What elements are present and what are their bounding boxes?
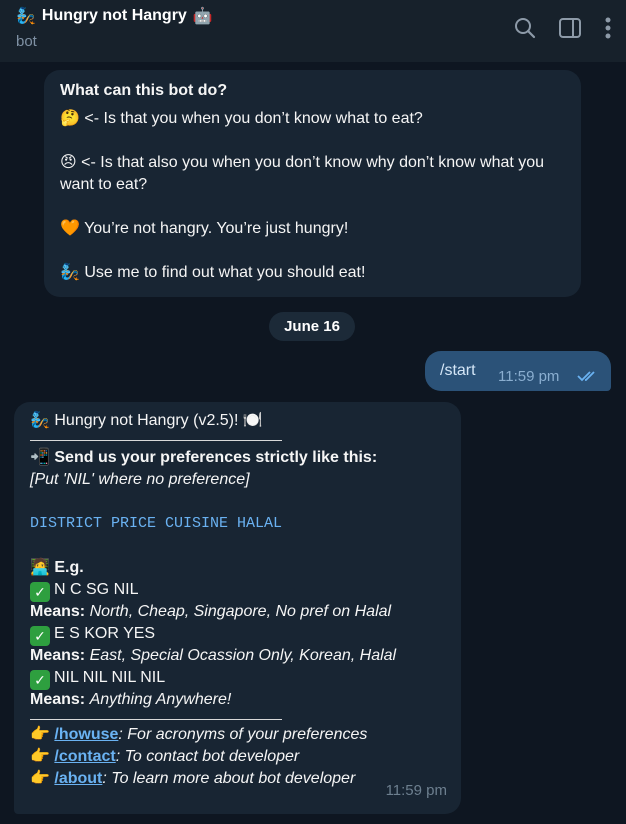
check-mark-icon: ✓ — [30, 626, 50, 646]
example-meaning: Means: Anything Anywhere! — [30, 691, 232, 708]
nil-note: [Put 'NIL' where no preference] — [30, 471, 250, 488]
format-code: DISTRICT PRICE CUISINE HALAL — [30, 515, 283, 532]
bot-info-card: What can this bot do? 🤔 <- Is that you w… — [44, 70, 581, 297]
thinking-emoji-icon: 🤔 — [60, 110, 80, 127]
command-item: 👉 /contact: To contact bot developer — [30, 748, 300, 765]
example-meaning: Means: East, Special Ocassion Only, Kore… — [30, 647, 397, 664]
more-vertical-icon[interactable] — [604, 16, 612, 40]
bot-reply-message[interactable]: 🧞 Hungry not Hangry (v2.5)! 🍽️ 📲 Send us… — [14, 402, 461, 814]
check-mark-icon: ✓ — [30, 582, 50, 602]
chat-header: 🧞 Hungry not Hangry 🤖 bot — [0, 0, 626, 62]
phone-emoji-icon: 📲 — [30, 449, 50, 466]
send-instruction: 📲 Send us your preferences strictly like… — [30, 449, 378, 466]
divider — [30, 719, 282, 720]
header-actions — [514, 16, 612, 40]
check-mark-icon: ✓ — [30, 670, 50, 690]
chat-title-text: Hungry not Hangry — [41, 7, 187, 24]
command-item: 👉 /howuse: For acronyms of your preferen… — [30, 726, 368, 743]
info-line: 😠 <- Is that also you when you don’t kno… — [60, 154, 545, 193]
info-line: 🧞 Use me to find out what you should eat… — [60, 264, 366, 281]
technologist-emoji-icon: 🧑‍💻 — [30, 559, 50, 576]
pointing-hand-icon: 👉 — [30, 726, 50, 743]
example-code: ✓ E S KOR YES — [30, 623, 445, 646]
message-time: 11:59 pm — [385, 782, 447, 799]
command-item: 👉 /about: To learn more about bot develo… — [30, 770, 356, 787]
outgoing-message-text: /start — [440, 362, 476, 379]
info-line: 🤔 <- Is that you when you don’t know wha… — [60, 110, 423, 127]
example-label: 🧑‍💻 E.g. — [30, 559, 84, 576]
example-code: ✓ N C SG NIL — [30, 579, 445, 602]
orange-heart-emoji-icon: 🧡 — [60, 220, 80, 237]
example-code: ✓ NIL NIL NIL NIL — [30, 667, 445, 690]
genie-emoji-icon: 🧞 — [60, 264, 80, 281]
plate-emoji-icon: 🍽️ — [242, 412, 263, 429]
outgoing-message[interactable]: /start 11:59 pm — [425, 351, 611, 391]
genie-emoji-icon: 🧞 — [30, 412, 50, 429]
angry-emoji-icon: 😠 — [60, 154, 77, 171]
pointing-hand-icon: 👉 — [30, 748, 50, 765]
bot-heading: 🧞 Hungry not Hangry (v2.5)! 🍽️ — [30, 412, 263, 429]
message-time: 11:59 pm — [498, 368, 560, 385]
genie-emoji-icon: 🧞 — [16, 8, 36, 25]
chat-area[interactable]: What can this bot do? 🤔 <- Is that you w… — [0, 62, 626, 824]
chat-subtitle: bot — [16, 33, 37, 50]
sidebar-toggle-icon[interactable] — [558, 17, 582, 39]
info-card-title: What can this bot do? — [60, 82, 228, 99]
divider — [30, 440, 282, 441]
howuse-command-link[interactable]: /howuse — [54, 726, 118, 743]
about-command-link[interactable]: /about — [54, 770, 102, 787]
example-meaning: Means: North, Cheap, Singapore, No pref … — [30, 603, 392, 620]
info-line: 🧡 You’re not hangry. You’re just hungry! — [60, 220, 349, 237]
search-icon[interactable] — [514, 17, 536, 39]
contact-command-link[interactable]: /contact — [54, 748, 115, 765]
date-separator: June 16 — [269, 312, 355, 341]
chat-title[interactable]: 🧞 Hungry not Hangry 🤖 — [16, 6, 213, 26]
robot-emoji-icon: 🤖 — [192, 8, 213, 25]
double-check-icon — [577, 369, 599, 387]
pointing-hand-icon: 👉 — [30, 770, 50, 787]
